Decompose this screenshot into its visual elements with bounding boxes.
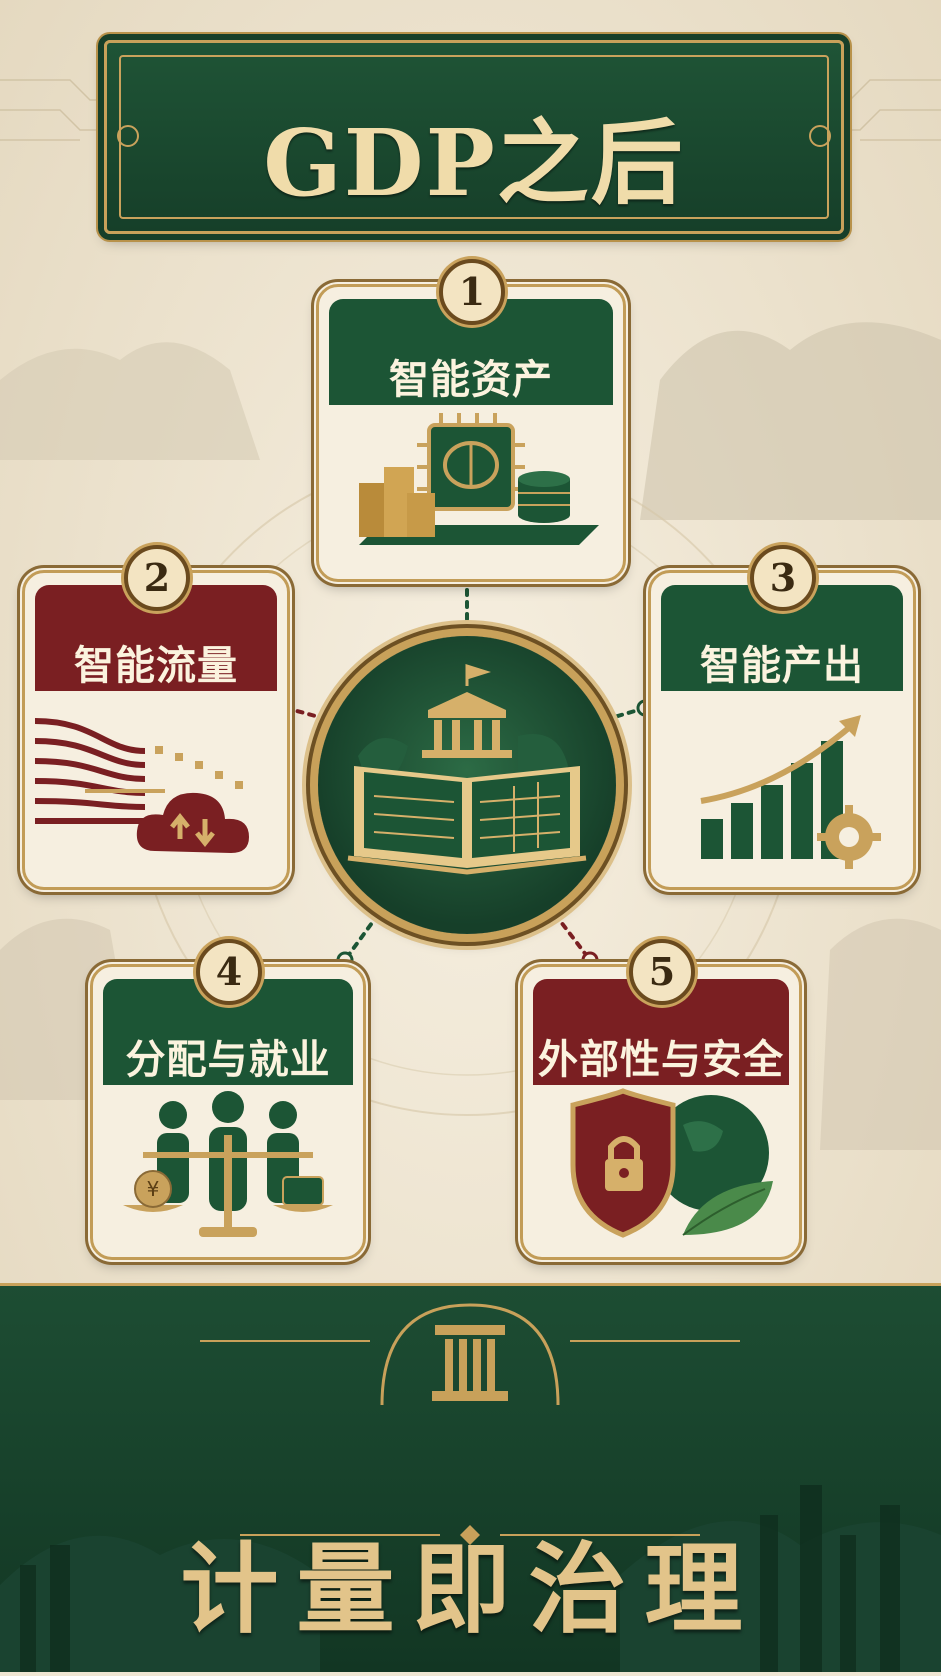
card-illustration — [533, 1085, 789, 1245]
ledger-book-government-icon — [347, 663, 587, 875]
number-badge: 3 — [750, 545, 816, 611]
central-hub — [318, 636, 616, 934]
card-illustration — [34, 691, 277, 875]
card-illustration — [329, 405, 613, 567]
footer-slogan: 计量即治理 — [180, 1532, 761, 1647]
card-intelligent-output: 3 智能产出 — [648, 545, 916, 890]
card-label: 智能产出 — [700, 642, 864, 689]
card-externalities-security: 5 外部性与安全 — [520, 939, 802, 1260]
svg-text:¥: ¥ — [147, 1177, 160, 1201]
card-illustration — [661, 691, 903, 875]
card-label: 分配与就业 — [125, 1036, 331, 1083]
card-intelligent-assets: 1 智能资产 — [316, 259, 626, 582]
brain-chip-assets-icon — [359, 413, 599, 545]
card-intelligent-flow: 2 智能流量 — [22, 545, 290, 890]
shield-globe-leaf-icon — [570, 1088, 773, 1238]
number-badge: 5 — [629, 939, 695, 1005]
card-illustration: ¥ — [103, 1085, 353, 1245]
people-balance-scale-icon: ¥ — [123, 1091, 333, 1237]
number-badge: 1 — [439, 259, 505, 325]
footer-border — [0, 1283, 941, 1286]
bar-chart-gear-icon — [700, 715, 881, 869]
card-label: 外部性与安全 — [538, 1036, 784, 1083]
card-distribution-employment: 4 分配与就业 ¥ — [90, 939, 366, 1260]
data-flow-cloud-icon — [34, 718, 249, 853]
card-label: 智能流量 — [74, 642, 238, 689]
number-badge: 2 — [124, 545, 190, 611]
card-label: 智能资产 — [389, 356, 553, 403]
number-badge: 4 — [196, 939, 262, 1005]
